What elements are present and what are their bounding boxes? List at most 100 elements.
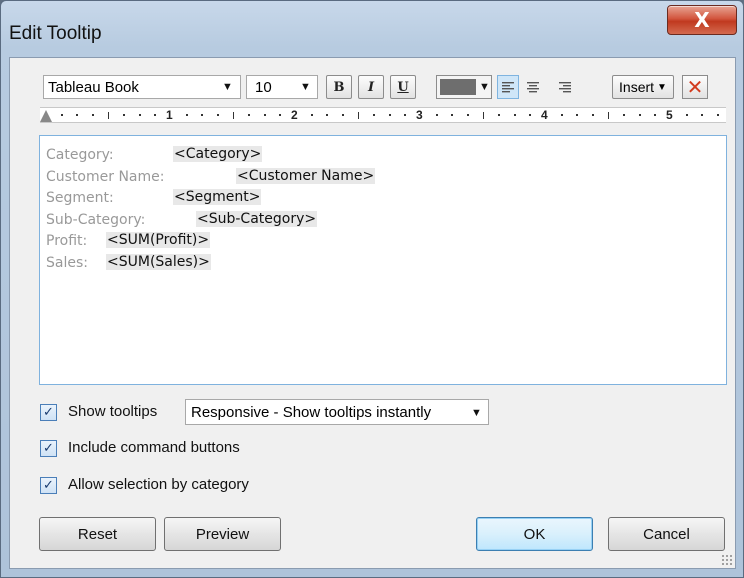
tooltip-field-token[interactable]: <Customer Name> — [236, 167, 376, 184]
ruler-tick — [404, 114, 407, 116]
title-bar[interactable]: Edit Tooltip X — [1, 1, 743, 59]
close-icon: X — [694, 8, 710, 32]
show-tooltips-label: Show tooltips — [68, 403, 158, 420]
tooltip-line: Category: <Category> — [46, 146, 646, 166]
tooltip-line-label: Customer Name: — [46, 168, 165, 185]
tooltip-field-token[interactable]: <Category> — [173, 146, 263, 162]
color-swatch — [440, 79, 476, 95]
tooltip-field-token[interactable]: <Segment> — [173, 189, 262, 205]
ruler-number: 5 — [666, 108, 673, 122]
include-command-buttons-row[interactable]: ✓ Include command buttons — [40, 439, 280, 461]
chevron-down-icon: ▼ — [222, 81, 233, 93]
text-color-dropdown[interactable]: ▼ — [436, 75, 492, 99]
bold-button[interactable]: B — [326, 75, 352, 99]
ruler-tick — [373, 114, 376, 116]
tooltip-line: Sales: <SUM(Sales)> — [46, 253, 646, 274]
ok-button[interactable]: OK — [476, 517, 593, 551]
dialog-title: Edit Tooltip — [9, 23, 102, 44]
ruler-tick — [248, 114, 251, 116]
ruler-number: 1 — [166, 108, 173, 122]
ruler-tick — [466, 114, 469, 116]
insert-button[interactable]: Insert ▼ — [612, 75, 674, 99]
align-center-icon — [527, 82, 539, 93]
ruler-tick — [654, 114, 657, 116]
tooltip-field-token[interactable]: <SUM(Sales)> — [106, 253, 211, 270]
align-right-button[interactable] — [554, 75, 576, 99]
ruler-half-mark — [607, 112, 609, 119]
ruler-half-mark — [232, 112, 234, 119]
underline-button[interactable]: U — [390, 75, 416, 99]
chevron-down-icon: ▼ — [471, 407, 482, 419]
resize-grip[interactable] — [721, 554, 733, 566]
ruler-number: 3 — [416, 108, 423, 122]
show-tooltips-checkbox[interactable]: ✓ — [40, 404, 57, 421]
ruler-tick — [185, 114, 188, 116]
ruler-tick — [701, 114, 704, 116]
tooltip-line: Segment: <Segment> — [46, 189, 646, 209]
tooltip-editor[interactable]: Category: <Category> Customer Name: <Custom… — [39, 135, 727, 385]
ruler-tick — [685, 114, 688, 116]
ruler-tick — [60, 114, 63, 116]
tooltip-mode-dropdown[interactable]: Responsive - Show tooltips instantly ▼ — [185, 399, 489, 425]
tooltip-field-token[interactable]: <Sub-Category> — [196, 210, 318, 227]
ruler-tick — [591, 114, 594, 116]
chevron-down-icon: ▼ — [300, 81, 311, 93]
ruler-number: 2 — [291, 108, 298, 122]
show-tooltips-row[interactable]: ✓ Show tooltips — [40, 403, 180, 425]
align-left-button[interactable] — [497, 75, 519, 99]
clear-button[interactable]: ✕ — [682, 75, 708, 99]
edit-tooltip-dialog: Edit Tooltip X Tableau Book ▼ 10 ▼ B I U… — [0, 0, 744, 578]
align-right-icon — [559, 82, 571, 93]
tooltip-line: Sub-Category: <Sub-Category> — [46, 210, 646, 231]
allow-selection-checkbox[interactable]: ✓ — [40, 477, 57, 494]
ruler-tick — [451, 114, 454, 116]
ruler-tick — [435, 114, 438, 116]
ruler-tick — [263, 114, 266, 116]
ruler[interactable]: 1 2 3 4 5 — [40, 107, 726, 123]
ruler-tick — [716, 114, 719, 116]
tooltip-line-label: Profit: — [46, 233, 88, 249]
chevron-down-icon: ▼ — [479, 81, 490, 93]
italic-button[interactable]: I — [358, 75, 384, 99]
ruler-tick — [388, 114, 391, 116]
include-command-buttons-checkbox[interactable]: ✓ — [40, 440, 57, 457]
close-button[interactable]: X — [667, 5, 737, 35]
ruler-tick — [638, 114, 641, 116]
tooltip-mode-value: Responsive - Show tooltips instantly — [191, 404, 432, 421]
ruler-tick — [310, 114, 313, 116]
font-family-dropdown[interactable]: Tableau Book ▼ — [43, 75, 241, 99]
allow-selection-label: Allow selection by category — [68, 476, 249, 493]
clear-icon: ✕ — [686, 75, 704, 99]
indent-marker[interactable] — [40, 110, 52, 122]
allow-selection-row[interactable]: ✓ Allow selection by category — [40, 476, 290, 498]
font-size-dropdown[interactable]: 10 ▼ — [246, 75, 318, 99]
ruler-tick — [138, 114, 141, 116]
ruler-half-mark — [107, 112, 109, 119]
ruler-tick — [123, 114, 126, 116]
align-center-button[interactable] — [522, 75, 544, 99]
ruler-tick — [623, 114, 626, 116]
tooltip-line-label: Category: — [46, 147, 114, 163]
ruler-tick — [201, 114, 204, 116]
reset-button[interactable]: Reset — [39, 517, 156, 551]
ruler-tick — [341, 114, 344, 116]
ruler-tick — [560, 114, 563, 116]
tooltip-line-label: Sub-Category: — [46, 211, 146, 228]
tooltip-field-token[interactable]: <SUM(Profit)> — [106, 232, 211, 248]
tooltip-line: Profit: <SUM(Profit)> — [46, 232, 646, 252]
ruler-tick — [279, 114, 282, 116]
ruler-tick — [513, 114, 516, 116]
tooltip-line-label: Segment: — [46, 190, 114, 206]
cancel-button[interactable]: Cancel — [608, 517, 725, 551]
ruler-tick — [529, 114, 532, 116]
preview-button[interactable]: Preview — [164, 517, 281, 551]
ruler-tick — [154, 114, 157, 116]
ruler-number: 4 — [541, 108, 548, 122]
ruler-tick — [216, 114, 219, 116]
tooltip-line-label: Sales: — [46, 254, 88, 271]
chevron-down-icon: ▼ — [657, 81, 667, 93]
ruler-tick — [76, 114, 79, 116]
ruler-tick — [576, 114, 579, 116]
ruler-tick — [498, 114, 501, 116]
font-family-value: Tableau Book — [48, 79, 139, 96]
